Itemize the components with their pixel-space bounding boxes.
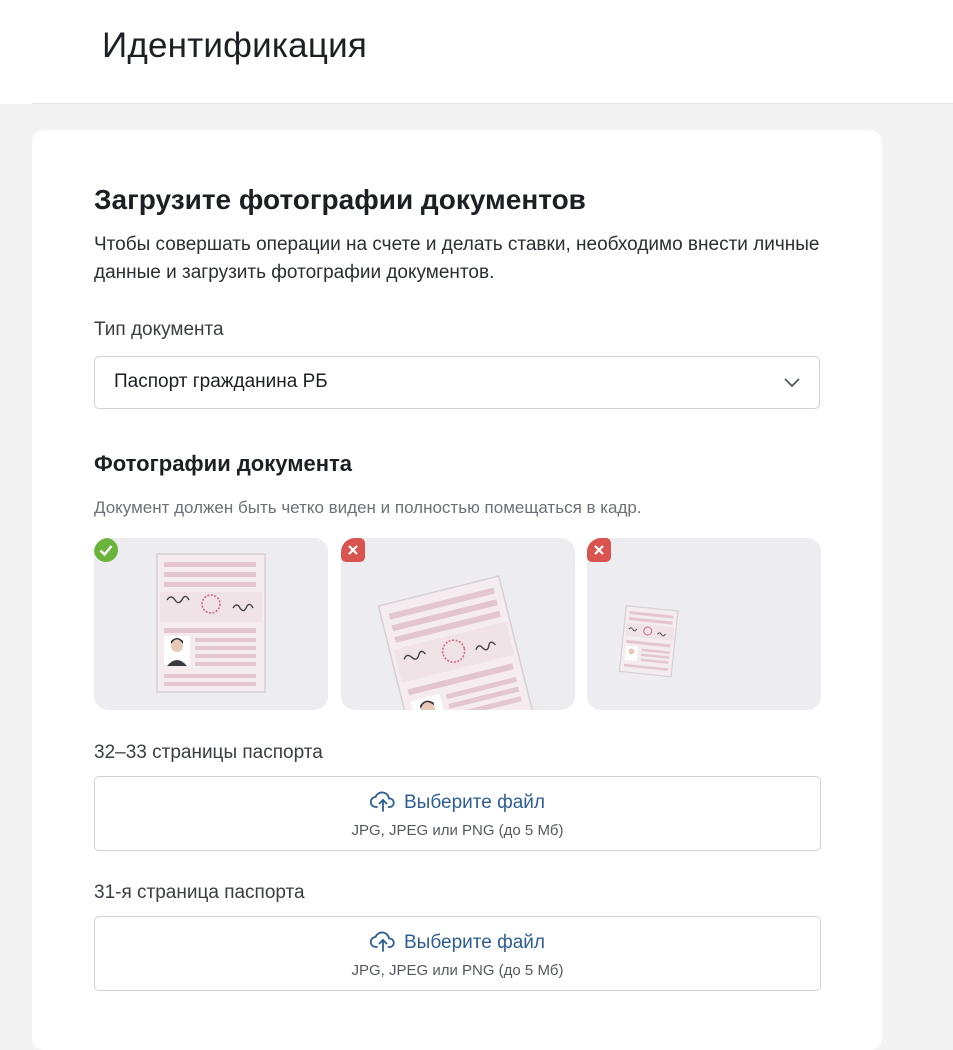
choose-file-link[interactable]: Выберите файл <box>95 930 820 954</box>
upload-cloud-icon <box>369 791 395 812</box>
example-tilted-photo <box>341 538 575 710</box>
page-header: Идентификация <box>0 0 953 104</box>
passport-illustration-small <box>618 604 679 678</box>
doc-type-select[interactable]: Паспорт гражданина РБ <box>94 356 820 409</box>
example-correct-photo <box>94 538 328 710</box>
cross-icon <box>341 538 365 562</box>
upload-cloud-icon <box>369 931 395 952</box>
check-icon <box>94 538 118 562</box>
identification-card: Загрузите фотографии документов Чтобы со… <box>32 130 882 1050</box>
header-divider <box>32 103 953 104</box>
example-small-photo <box>587 538 821 710</box>
cross-icon <box>587 538 611 562</box>
upload-format-hint: JPG, JPEG или PNG (до 5 Мб) <box>351 822 564 839</box>
passport-illustration-tilted <box>377 575 539 710</box>
card-description: Чтобы совершать операции на счете и дела… <box>94 234 820 283</box>
doc-type-selected-value: Паспорт гражданина РБ <box>114 371 328 392</box>
chevron-down-icon <box>784 378 800 388</box>
card-title: Загрузите фотографии документов <box>94 184 586 215</box>
page-title: Идентификация <box>102 26 367 65</box>
upload-label-pages-32-33: 32–33 страницы паспорта <box>94 742 323 763</box>
upload-dropzone-pages-32-33[interactable]: Выберите файл JPG, JPEG или PNG (до 5 Мб… <box>94 776 821 851</box>
doc-type-label: Тип документа <box>94 319 224 340</box>
upload-format-hint: JPG, JPEG или PNG (до 5 Мб) <box>351 962 564 979</box>
photos-title: Фотографии документа <box>94 451 353 476</box>
choose-file-label: Выберите файл <box>404 932 545 953</box>
choose-file-label: Выберите файл <box>404 792 545 813</box>
passport-illustration-straight <box>156 553 266 693</box>
choose-file-link[interactable]: Выберите файл <box>95 790 820 814</box>
upload-dropzone-page-31[interactable]: Выберите файл JPG, JPEG или PNG (до 5 Мб… <box>94 916 821 991</box>
photos-hint: Документ должен быть четко виден и полно… <box>94 498 642 517</box>
upload-label-page-31: 31-я страница паспорта <box>94 882 305 903</box>
